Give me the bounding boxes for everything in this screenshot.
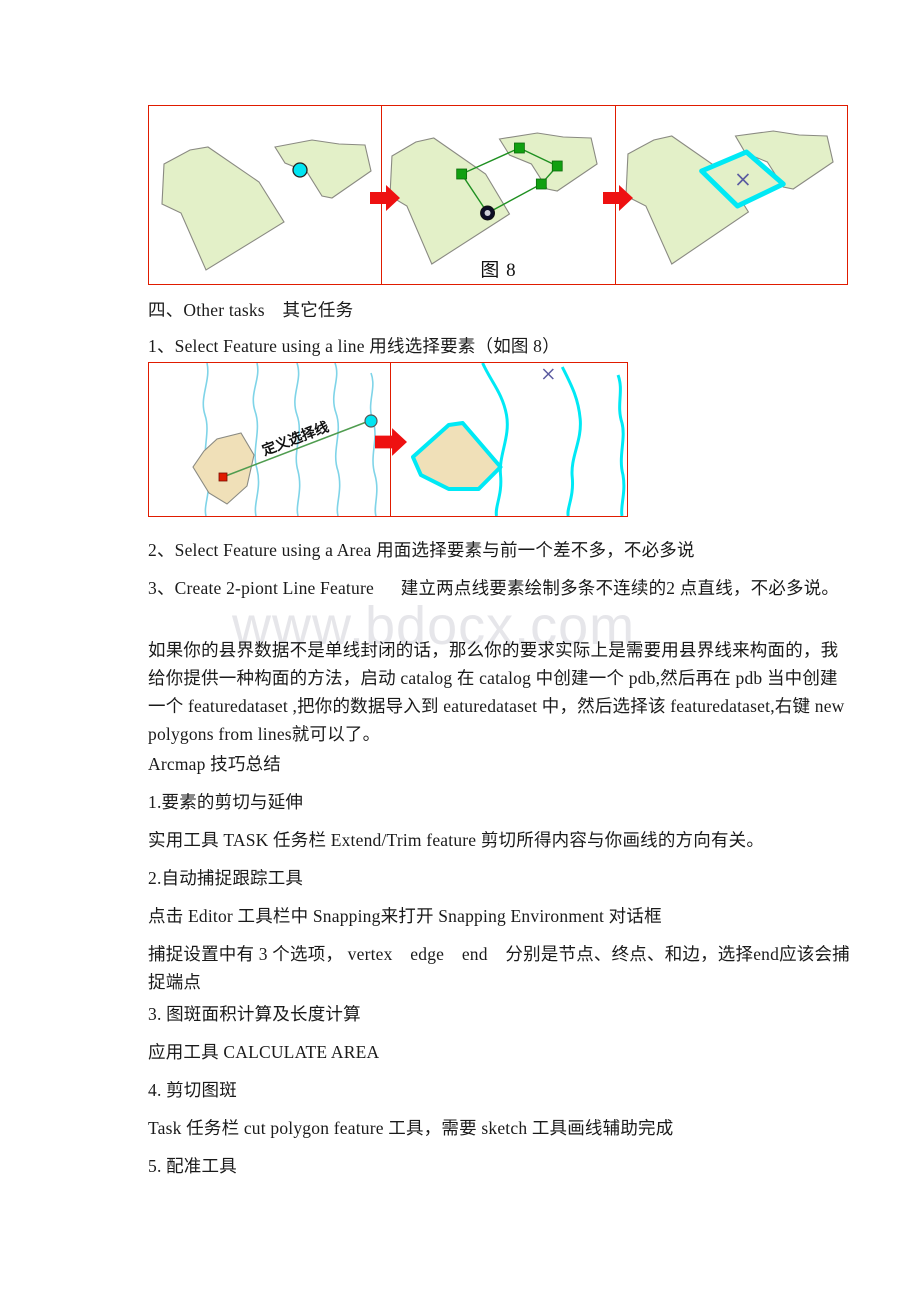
heading-arcmap-tips: Arcmap 技巧总结 — [148, 754, 281, 774]
tip-5-title: 5. 配准工具 — [148, 1156, 237, 1176]
tip-4-body: Task 任务栏 cut polygon feature 工具，需要 sketc… — [148, 1118, 674, 1138]
contour-lines-selected — [481, 363, 626, 516]
sketch-vertex — [535, 178, 547, 190]
selected-polygon-highlight — [410, 421, 503, 491]
arrow-right-icon — [370, 185, 400, 211]
figure-line-select-panel-1-graphic: 定义选择线 — [192, 363, 378, 516]
tip-3-body: 应用工具 CALCULATE AREA — [148, 1042, 380, 1062]
list-item-2: 2、Select Feature using a Area 用面选择要素与前一个… — [148, 540, 695, 560]
figure-line-select-panel-1: 定义选择线 — [149, 363, 390, 516]
line-start-vertex — [218, 472, 228, 482]
x-marker-icon — [542, 368, 554, 380]
sketch-vertex — [551, 160, 563, 172]
document-page: www.bdocx.com 图 8 四、Other tasks 其它任务 1、S… — [0, 0, 920, 1302]
tip-3-title: 3. 图斑面积计算及长度计算 — [148, 1004, 361, 1024]
tip-2-body-a: 点击 Editor 工具栏中 Snapping来打开 Snapping Envi… — [148, 906, 662, 926]
start-point-marker — [292, 162, 308, 178]
tip-1-body: 实用工具 TASK 任务栏 Extend/Trim feature 剪切所得内容… — [148, 830, 765, 850]
figure-8-panel-2: 图 8 — [381, 106, 615, 284]
tip-2-body-b: 捕捉设置中有 3 个选项， vertex edge end 分别是节点、终点、和… — [148, 944, 850, 992]
figure-8-panel-3 — [615, 106, 845, 284]
arrow-right-icon — [603, 185, 633, 211]
tip-1-title: 1.要素的剪切与延伸 — [148, 792, 304, 812]
sketch-vertex — [514, 142, 525, 154]
figure-line-select-panel-2 — [390, 363, 626, 516]
sketch-end-node-inner — [484, 210, 491, 216]
polygon-right — [274, 139, 372, 199]
figure-8: 图 8 — [148, 105, 848, 285]
figure-8-panel-1 — [149, 106, 381, 284]
heading-other-tasks: 四、Other tasks 其它任务 — [148, 300, 354, 320]
figure-line-select-panel-2-graphic — [410, 363, 626, 516]
polygon-left — [389, 137, 511, 265]
tip-2-title: 2.自动捕捉跟踪工具 — [148, 868, 304, 888]
tip-4-title: 4. 剪切图斑 — [148, 1080, 237, 1100]
figure-8-caption: 图 8 — [480, 260, 517, 281]
figure-8-panel-1-graphic — [161, 139, 372, 271]
line-end-node — [364, 414, 378, 428]
arrow-right-icon — [375, 428, 407, 456]
list-item-3: 3、Create 2-piont Line Feature 建立两点线要素绘制多… — [148, 578, 840, 598]
paragraph-county-boundary: 如果你的县界数据不是单线封闭的话，那么你的要求实际上是需要用县界线来构面的，我给… — [148, 640, 850, 744]
selection-line-annotation: 定义选择线 — [260, 418, 331, 458]
list-item-1: 1、Select Feature using a line 用线选择要素（如图 … — [148, 336, 560, 356]
sketch-vertex — [456, 168, 468, 180]
figure-8-panel-3-graphic — [625, 130, 834, 265]
polygon-left — [161, 146, 285, 271]
